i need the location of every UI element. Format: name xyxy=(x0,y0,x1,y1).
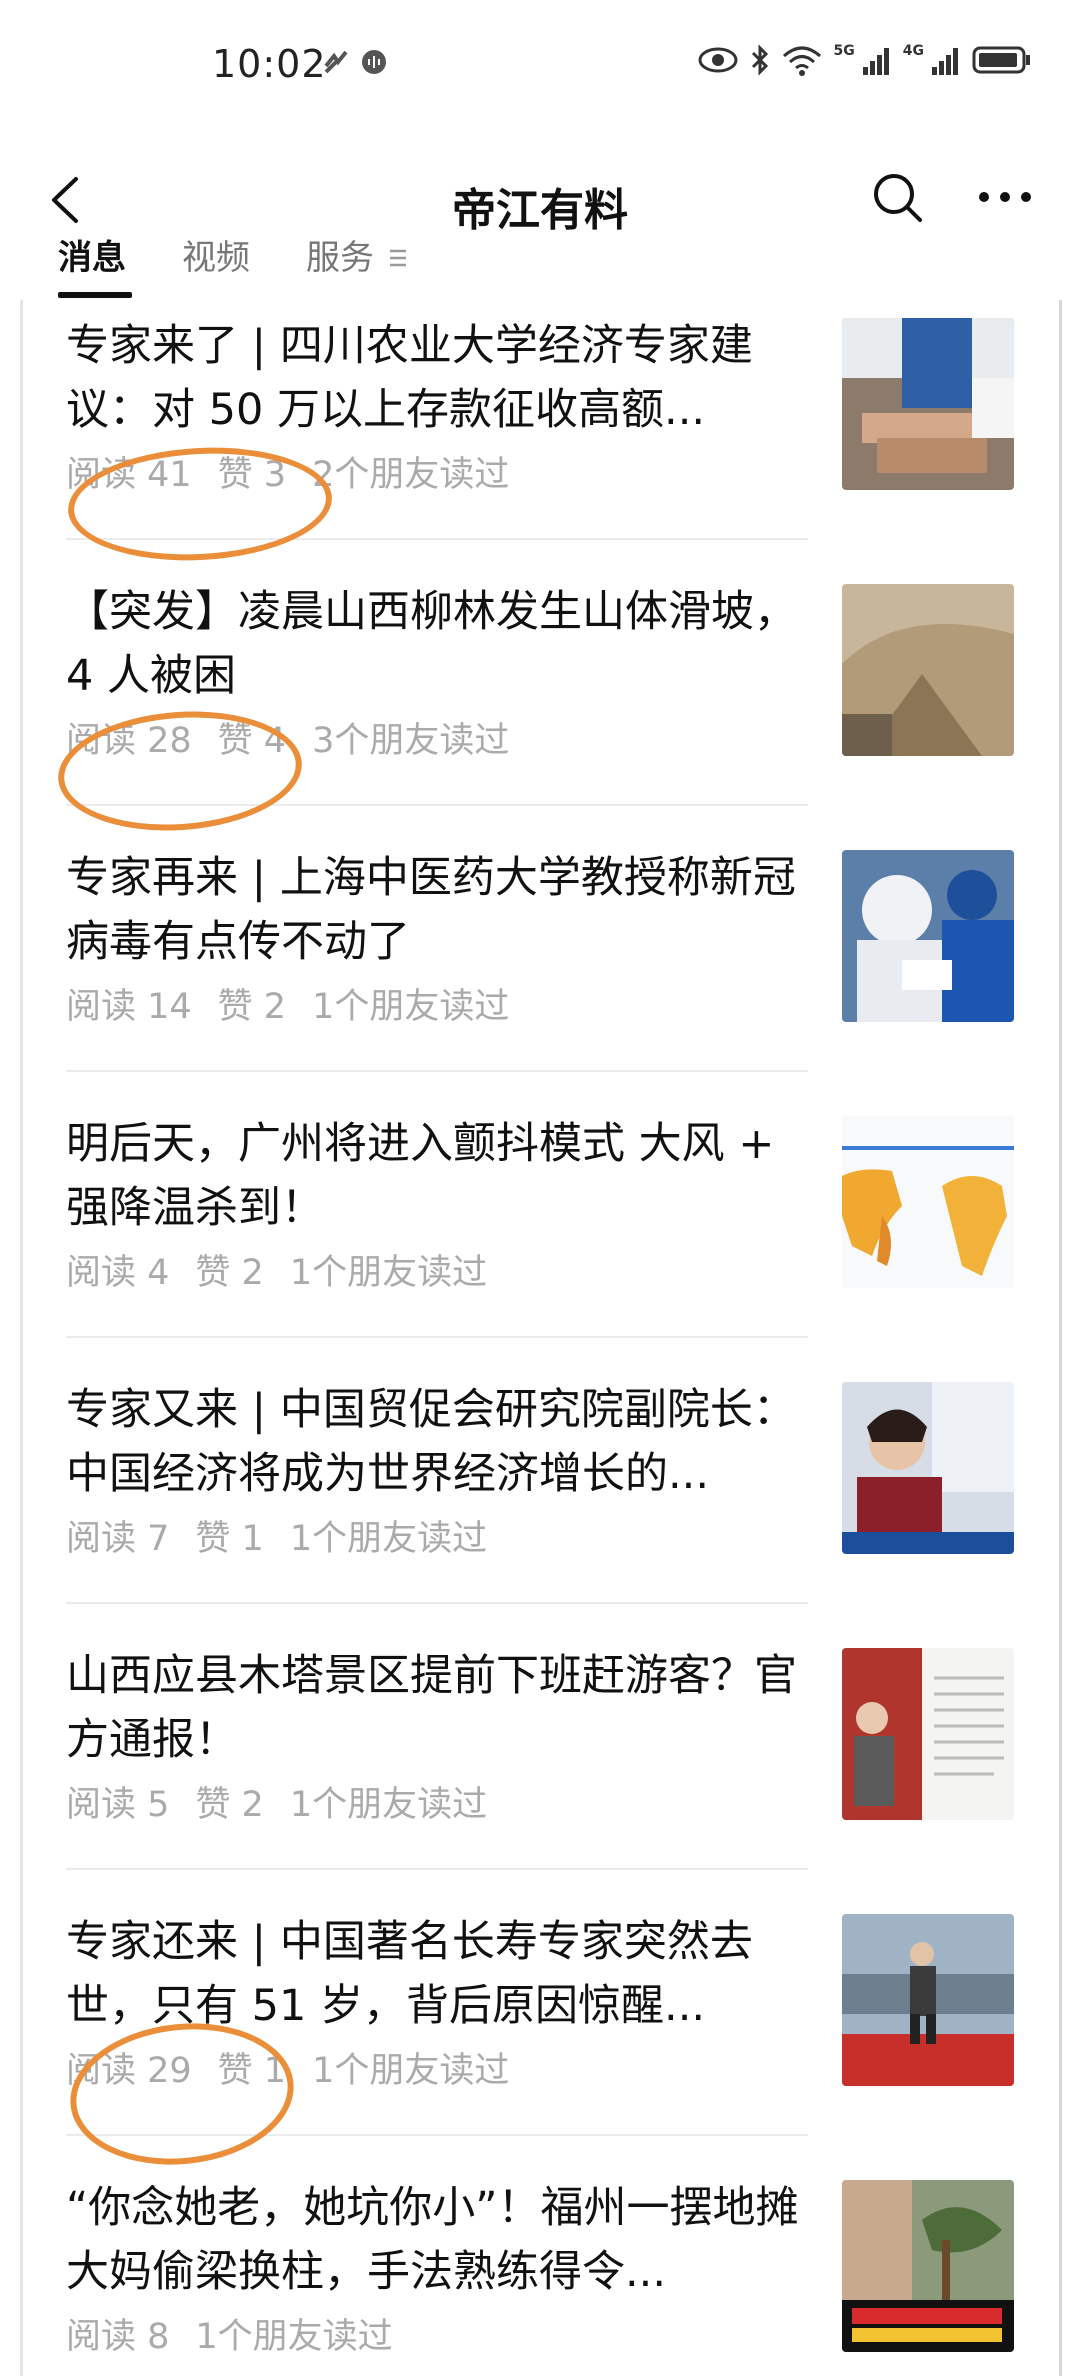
article-thumbnail[interactable] xyxy=(842,1116,1014,1288)
list-item[interactable]: 专家又来 | 中国贸促会研究院副院长：中国经济将成为世界经济增长的... 阅读 … xyxy=(0,1364,1080,1630)
friends-read: 1个朋友读过 xyxy=(289,1253,488,1293)
article-title[interactable]: 山西应县木塔景区提前下班赶游客？官方通报！ xyxy=(66,1644,806,1772)
audio-icon xyxy=(362,50,386,74)
friends-read: 2个朋友读过 xyxy=(312,455,510,495)
like-count: 赞 2 xyxy=(217,987,287,1027)
tab-bar: 消息 视频 服务 xyxy=(0,230,1080,300)
article-meta: 阅读 8 1个朋友读过 xyxy=(66,2308,419,2359)
signal-5g-icon xyxy=(862,48,889,75)
status-time: 10:02 xyxy=(212,42,327,86)
more-icon xyxy=(979,192,1031,202)
article-thumbnail[interactable] xyxy=(842,1648,1014,1820)
read-count: 阅读 4 xyxy=(66,1253,170,1293)
bluetooth-icon xyxy=(751,44,768,76)
signal-4g-icon xyxy=(932,48,958,75)
article-title[interactable]: 专家又来 | 中国贸促会研究院副院长：中国经济将成为世界经济增长的... xyxy=(66,1378,806,1506)
menu-icon[interactable] xyxy=(390,248,406,268)
article-thumbnail[interactable] xyxy=(842,1914,1014,2086)
tab-videos[interactable]: 视频 xyxy=(182,230,250,279)
friends-read: 3个朋友读过 xyxy=(312,721,510,761)
article-thumbnail[interactable] xyxy=(842,318,1014,490)
article-thumbnail[interactable] xyxy=(842,850,1014,1022)
list-item[interactable]: 明后天，广州将进入颤抖模式 大风 + 强降温杀到！ 阅读 4 赞 2 1个朋友读过 xyxy=(0,1098,1080,1364)
search-button[interactable] xyxy=(862,162,932,232)
article-title[interactable]: 专家还来 | 中国著名长寿专家突然去世，只有 51 岁，背后原因惊醒... xyxy=(66,1910,806,2038)
read-count: 阅读 8 xyxy=(66,2317,170,2357)
article-title[interactable]: 【突发】凌晨山西柳林发生山体滑坡，4 人被困 xyxy=(66,580,806,708)
friends-read: 1个朋友读过 xyxy=(289,1519,488,1559)
read-count: 阅读 14 xyxy=(66,987,192,1027)
article-thumbnail[interactable] xyxy=(842,584,1014,756)
article-meta: 阅读 5 赞 2 1个朋友读过 xyxy=(66,1776,513,1827)
friends-read: 1个朋友读过 xyxy=(312,2051,510,2091)
friends-read: 1个朋友读过 xyxy=(289,1785,488,1825)
more-button[interactable] xyxy=(970,162,1040,232)
article-title[interactable]: “你念她老，她坑你小”！福州一摆地摊大妈偷梁换柱，手法熟练得令... xyxy=(66,2176,806,2304)
list-item[interactable]: 山西应县木塔景区提前下班赶游客？官方通报！ 阅读 5 赞 2 1个朋友读过 xyxy=(0,1630,1080,1896)
friends-read: 1个朋友读过 xyxy=(195,2317,393,2357)
eye-icon xyxy=(698,47,738,73)
status-bar: 10:02 5G 4G xyxy=(0,0,1080,140)
list-item[interactable]: 专家再来 | 上海中医药大学教授称新冠病毒有点传不动了 阅读 14 赞 2 1个朋友… xyxy=(0,832,1080,1098)
list-item[interactable]: “你念她老，她坑你小”！福州一摆地摊大妈偷梁换柱，手法熟练得令... 阅读 8 1… xyxy=(0,2162,1080,2376)
read-count: 阅读 7 xyxy=(66,1519,170,1559)
friends-read: 1个朋友读过 xyxy=(312,987,510,1027)
tab-services[interactable]: 服务 xyxy=(306,230,374,279)
tab-messages[interactable]: 消息 xyxy=(58,230,126,279)
wifi-icon xyxy=(782,46,821,76)
active-tab-indicator xyxy=(58,292,132,298)
article-thumbnail[interactable] xyxy=(842,2180,1014,2352)
article-meta: 阅读 14 赞 2 1个朋友读过 xyxy=(66,978,535,1029)
article-meta: 阅读 4 赞 2 1个朋友读过 xyxy=(66,1244,513,1295)
article-title[interactable]: 明后天，广州将进入颤抖模式 大风 + 强降温杀到！ xyxy=(66,1112,806,1240)
article-thumbnail[interactable] xyxy=(842,1382,1014,1554)
read-count: 阅读 5 xyxy=(66,1785,170,1825)
article-title[interactable]: 专家来了 | 四川农业大学经济专家建议：对 50 万以上存款征收高额... xyxy=(66,314,806,442)
like-count: 赞 1 xyxy=(195,1519,264,1559)
like-count: 赞 2 xyxy=(195,1785,264,1825)
like-count: 赞 2 xyxy=(195,1253,264,1293)
battery-icon xyxy=(972,46,1030,74)
search-icon xyxy=(874,174,922,222)
article-meta: 阅读 7 赞 1 1个朋友读过 xyxy=(66,1510,513,1561)
notification-icon xyxy=(324,50,348,74)
article-title[interactable]: 专家再来 | 上海中医药大学教授称新冠病毒有点传不动了 xyxy=(66,846,806,974)
